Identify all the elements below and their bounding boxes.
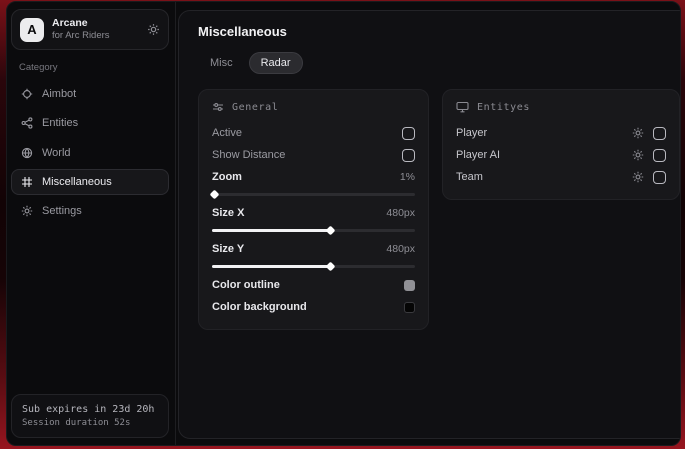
slider-thumb[interactable]: [210, 190, 220, 200]
entities-card-title: Entityes: [477, 102, 530, 113]
session-duration-text: Session duration 52s: [22, 417, 158, 430]
player-checkbox[interactable]: [653, 127, 666, 140]
sidebar-item-entities[interactable]: Entities: [11, 110, 169, 136]
cards-row: General Active Show Distance Zoom 1%: [198, 89, 680, 330]
gear-icon[interactable]: [147, 23, 160, 36]
sidebar-item-label: Aimbot: [42, 87, 76, 101]
setting-label: Size X: [212, 207, 244, 219]
entity-controls: [632, 127, 666, 140]
sidebar-item-label: Settings: [42, 204, 82, 218]
page-title: Miscellaneous: [198, 24, 680, 39]
active-checkbox[interactable]: [402, 127, 415, 140]
setting-label: Show Distance: [212, 149, 285, 161]
sidebar-item-miscellaneous[interactable]: Miscellaneous: [11, 169, 169, 195]
subscription-card: Sub expires in 23d 20h Session duration …: [11, 394, 169, 438]
entity-row-player: Player: [456, 122, 666, 144]
setting-label: Active: [212, 127, 242, 139]
general-card-header: General: [212, 101, 415, 113]
tune-icon: [212, 101, 224, 113]
main-area: Miscellaneous Misc Radar General: [176, 2, 681, 445]
sidebar-item-label: Entities: [42, 116, 78, 130]
category-label: Category: [19, 62, 169, 73]
app-subtitle: for Arc Riders: [52, 30, 139, 42]
size-x-slider[interactable]: [212, 225, 415, 235]
gear-icon[interactable]: [632, 149, 644, 161]
slider-thumb[interactable]: [325, 262, 335, 272]
general-card-title: General: [232, 102, 278, 113]
setting-label: Zoom: [212, 171, 242, 183]
size-x-value: 480px: [386, 207, 415, 219]
gear-icon: [21, 205, 33, 217]
setting-row-active: Active: [212, 122, 415, 144]
entity-label: Player AI: [456, 149, 500, 161]
general-card: General Active Show Distance Zoom 1%: [198, 89, 429, 330]
entity-row-player-ai: Player AI: [456, 144, 666, 166]
sub-expiry-text: Sub expires in 23d 20h: [22, 402, 158, 417]
color-background-swatch[interactable]: [404, 302, 415, 313]
slider-fill: [212, 229, 330, 232]
team-checkbox[interactable]: [653, 171, 666, 184]
sidebar-item-label: World: [42, 146, 71, 160]
tab-radar[interactable]: Radar: [249, 52, 303, 74]
zoom-value: 1%: [400, 171, 415, 183]
slider-thumb[interactable]: [325, 226, 335, 236]
entity-label: Player: [456, 127, 487, 139]
sidebar-item-settings[interactable]: Settings: [11, 198, 169, 224]
setting-row-color-outline: Color outline: [212, 274, 415, 296]
setting-label: Color outline: [212, 279, 280, 291]
slider-track: [212, 193, 415, 196]
setting-row-show-distance: Show Distance: [212, 144, 415, 166]
entity-row-team: Team: [456, 166, 666, 188]
sidebar-item-label: Miscellaneous: [42, 175, 112, 189]
tab-bar: Misc Radar: [198, 52, 680, 74]
entity-controls: [632, 149, 666, 162]
gear-icon[interactable]: [632, 171, 644, 183]
app-logo: A: [20, 18, 44, 42]
app-header-card: A Arcane for Arc Riders: [11, 9, 169, 50]
app-window: A Arcane for Arc Riders Category: [6, 1, 681, 446]
show-distance-checkbox[interactable]: [402, 149, 415, 162]
setting-row-zoom: Zoom 1%: [212, 166, 415, 188]
slider-fill: [212, 265, 330, 268]
color-outline-swatch[interactable]: [404, 280, 415, 291]
entities-card: Entityes Player: [442, 89, 680, 200]
gear-icon[interactable]: [632, 127, 644, 139]
setting-label: Size Y: [212, 243, 244, 255]
setting-row-size-x: Size X 480px: [212, 202, 415, 224]
app-name: Arcane: [52, 17, 139, 30]
player-ai-checkbox[interactable]: [653, 149, 666, 162]
sidebar-item-world[interactable]: World: [11, 140, 169, 166]
size-y-slider[interactable]: [212, 261, 415, 271]
sidebar-item-aimbot[interactable]: Aimbot: [11, 81, 169, 107]
crosshair-icon: [21, 88, 33, 100]
tab-misc[interactable]: Misc: [198, 52, 245, 74]
grid-icon: [21, 176, 33, 188]
monitor-icon: [456, 101, 469, 113]
globe-icon: [21, 147, 33, 159]
setting-row-color-background: Color background: [212, 296, 415, 318]
setting-label: Color background: [212, 301, 307, 313]
entities-card-header: Entityes: [456, 101, 666, 113]
entity-label: Team: [456, 171, 483, 183]
setting-row-size-y: Size Y 480px: [212, 238, 415, 260]
app-meta: Arcane for Arc Riders: [52, 17, 139, 42]
entity-controls: [632, 171, 666, 184]
sidebar-nav: Aimbot Entities World: [11, 81, 169, 224]
size-y-value: 480px: [386, 243, 415, 255]
sidebar: A Arcane for Arc Riders Category: [7, 2, 176, 445]
zoom-slider[interactable]: [212, 189, 415, 199]
main-panel: Miscellaneous Misc Radar General: [178, 10, 681, 439]
entities-icon: [21, 117, 33, 129]
